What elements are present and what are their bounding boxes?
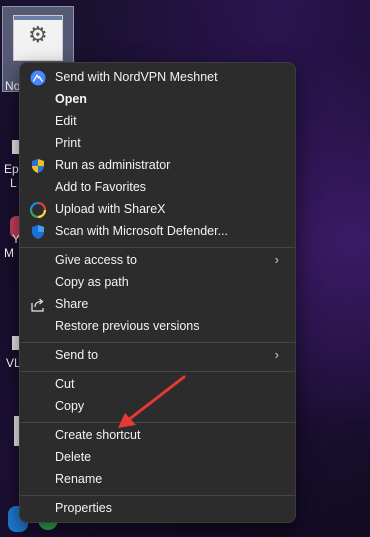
- desktop: ⚙ No Ep L Y M VL Send with NordVPN Meshn…: [0, 0, 370, 537]
- annotation-arrow: [118, 375, 186, 428]
